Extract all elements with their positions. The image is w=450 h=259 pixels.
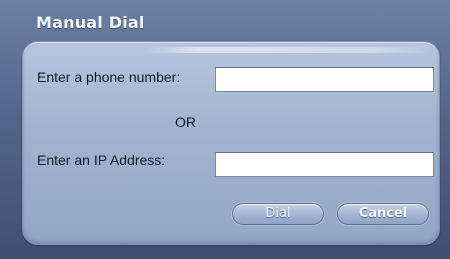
panel-highlight [143, 47, 433, 53]
dial-button[interactable]: Dial [232, 203, 324, 225]
dial-panel: Enter a phone number: OR Enter an IP Add… [22, 41, 440, 245]
ip-address-input[interactable] [215, 152, 434, 177]
manual-dial-window: Manual Dial Enter a phone number: OR Ent… [0, 0, 450, 259]
or-separator: OR [175, 114, 196, 130]
ip-address-label: Enter an IP Address: [37, 152, 166, 168]
phone-number-input[interactable] [215, 67, 434, 92]
dialog-title: Manual Dial [36, 13, 145, 32]
cancel-button[interactable]: Cancel [337, 203, 429, 225]
phone-number-label: Enter a phone number: [37, 69, 181, 85]
